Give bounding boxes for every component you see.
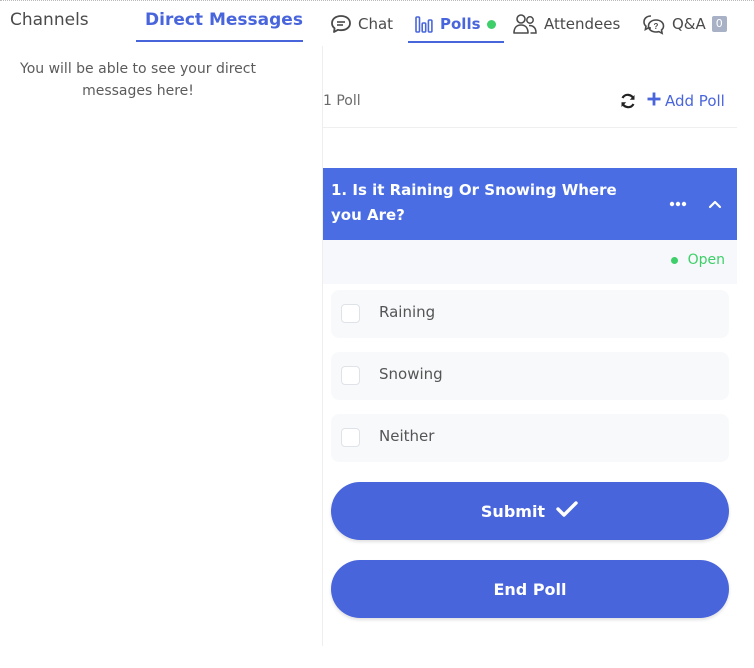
active-tab-indicator bbox=[408, 41, 504, 43]
qa-count-badge: 0 bbox=[711, 16, 727, 32]
poll-count: 1 Poll bbox=[323, 93, 361, 109]
poll-option[interactable]: Neither bbox=[331, 414, 729, 462]
tab-direct-messages[interactable]: Direct Messages bbox=[145, 10, 303, 30]
tab-polls[interactable]: Polls bbox=[414, 12, 496, 36]
attendees-icon bbox=[512, 13, 538, 35]
tab-chat[interactable]: Chat bbox=[330, 12, 393, 36]
qa-icon: ? bbox=[642, 13, 666, 35]
end-poll-button[interactable]: End Poll bbox=[331, 560, 729, 618]
add-poll-button[interactable]: Add Poll bbox=[647, 92, 725, 110]
submit-button[interactable]: Submit bbox=[331, 482, 729, 540]
tab-qa[interactable]: ? Q&A 0 bbox=[642, 12, 727, 36]
plus-icon bbox=[647, 92, 661, 110]
right-panel: Chat Polls Attendees ? Q&A 0 1 Poll Add … bbox=[322, 0, 754, 668]
option-label: Neither bbox=[379, 427, 435, 445]
divider bbox=[323, 127, 737, 128]
poll-option[interactable]: Snowing bbox=[331, 352, 729, 400]
refresh-icon[interactable] bbox=[619, 92, 637, 114]
option-checkbox[interactable] bbox=[341, 304, 360, 323]
tab-qa-label: Q&A bbox=[672, 15, 706, 33]
polls-icon bbox=[414, 14, 434, 34]
poll-header[interactable]: 1. Is it Raining Or Snowing Where you Ar… bbox=[323, 168, 737, 240]
option-checkbox[interactable] bbox=[341, 366, 360, 385]
option-label: Snowing bbox=[379, 365, 443, 383]
polls-active-dot bbox=[486, 19, 496, 29]
status-dot bbox=[670, 256, 678, 264]
tab-polls-label: Polls bbox=[440, 15, 481, 33]
option-label: Raining bbox=[379, 303, 436, 321]
more-icon[interactable] bbox=[669, 192, 687, 211]
left-panel: Channels Direct Messages You will be abl… bbox=[0, 0, 312, 668]
chevron-up-icon[interactable] bbox=[708, 194, 722, 213]
check-icon bbox=[555, 499, 579, 523]
end-poll-label: End Poll bbox=[493, 579, 567, 599]
add-poll-label: Add Poll bbox=[665, 92, 725, 110]
submit-label: Submit bbox=[480, 501, 546, 521]
poll-option[interactable]: Raining bbox=[331, 290, 729, 338]
tab-attendees-label: Attendees bbox=[544, 15, 621, 33]
polls-toolbar: 1 Poll Add Poll bbox=[323, 88, 737, 116]
svg-text:?: ? bbox=[654, 22, 659, 31]
polls-content: 1 Poll Add Poll 1. Is it Raining Or Snow… bbox=[322, 46, 737, 646]
poll-question: 1. Is it Raining Or Snowing Where you Ar… bbox=[331, 181, 617, 224]
poll-status: Open bbox=[670, 252, 725, 268]
poll-status-label: Open bbox=[687, 252, 725, 268]
panel-tabs: Chat Polls Attendees ? Q&A 0 bbox=[322, 0, 754, 46]
option-checkbox[interactable] bbox=[341, 428, 360, 447]
poll-status-row: Open bbox=[323, 240, 737, 284]
tab-channels[interactable]: Channels bbox=[10, 10, 89, 30]
tab-chat-label: Chat bbox=[358, 15, 394, 33]
active-tab-indicator bbox=[136, 40, 303, 42]
direct-messages-empty-text: You will be able to see your direct mess… bbox=[20, 61, 256, 99]
chat-icon bbox=[330, 14, 352, 34]
tab-attendees[interactable]: Attendees bbox=[512, 12, 620, 36]
